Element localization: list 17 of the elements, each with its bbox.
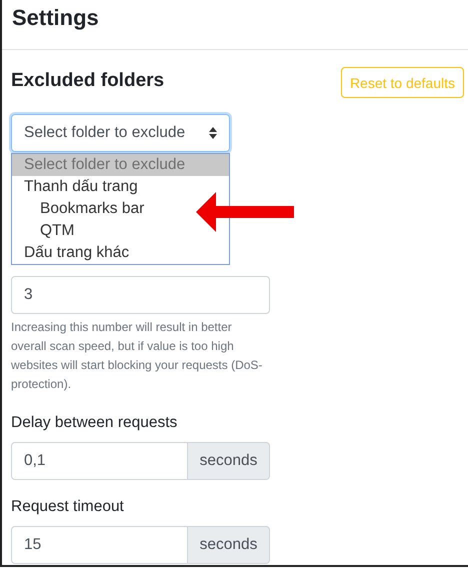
input-field[interactable]: 15 xyxy=(11,526,188,564)
dropdown-option[interactable]: Bookmarks bar xyxy=(12,198,148,220)
input-field[interactable]: 0,1 xyxy=(11,442,188,480)
dropdown-option[interactable]: Dấu trang khác xyxy=(12,242,134,264)
unit-label: seconds xyxy=(188,526,270,564)
number-field[interactable]: 3 xyxy=(11,276,270,314)
folder-select[interactable]: Select folder to exclude xyxy=(11,114,230,152)
dropdown-option[interactable]: QTM xyxy=(12,220,78,242)
window-title: Settings xyxy=(12,4,100,32)
field-label: Delay between requests xyxy=(11,414,178,432)
dropdown-option[interactable]: Thanh dấu trang xyxy=(12,176,142,198)
section-title: Excluded folders xyxy=(11,70,164,92)
help-text: Increasing this number will result in better overall scan speed, but if value is too high websites will start blocking your requests (DoS-protection). xyxy=(11,319,263,393)
sort-caret-icon xyxy=(209,127,217,139)
field-label: Request timeout xyxy=(11,498,125,516)
unit-label: seconds xyxy=(188,442,270,480)
pointer-arrow-icon xyxy=(196,192,294,232)
